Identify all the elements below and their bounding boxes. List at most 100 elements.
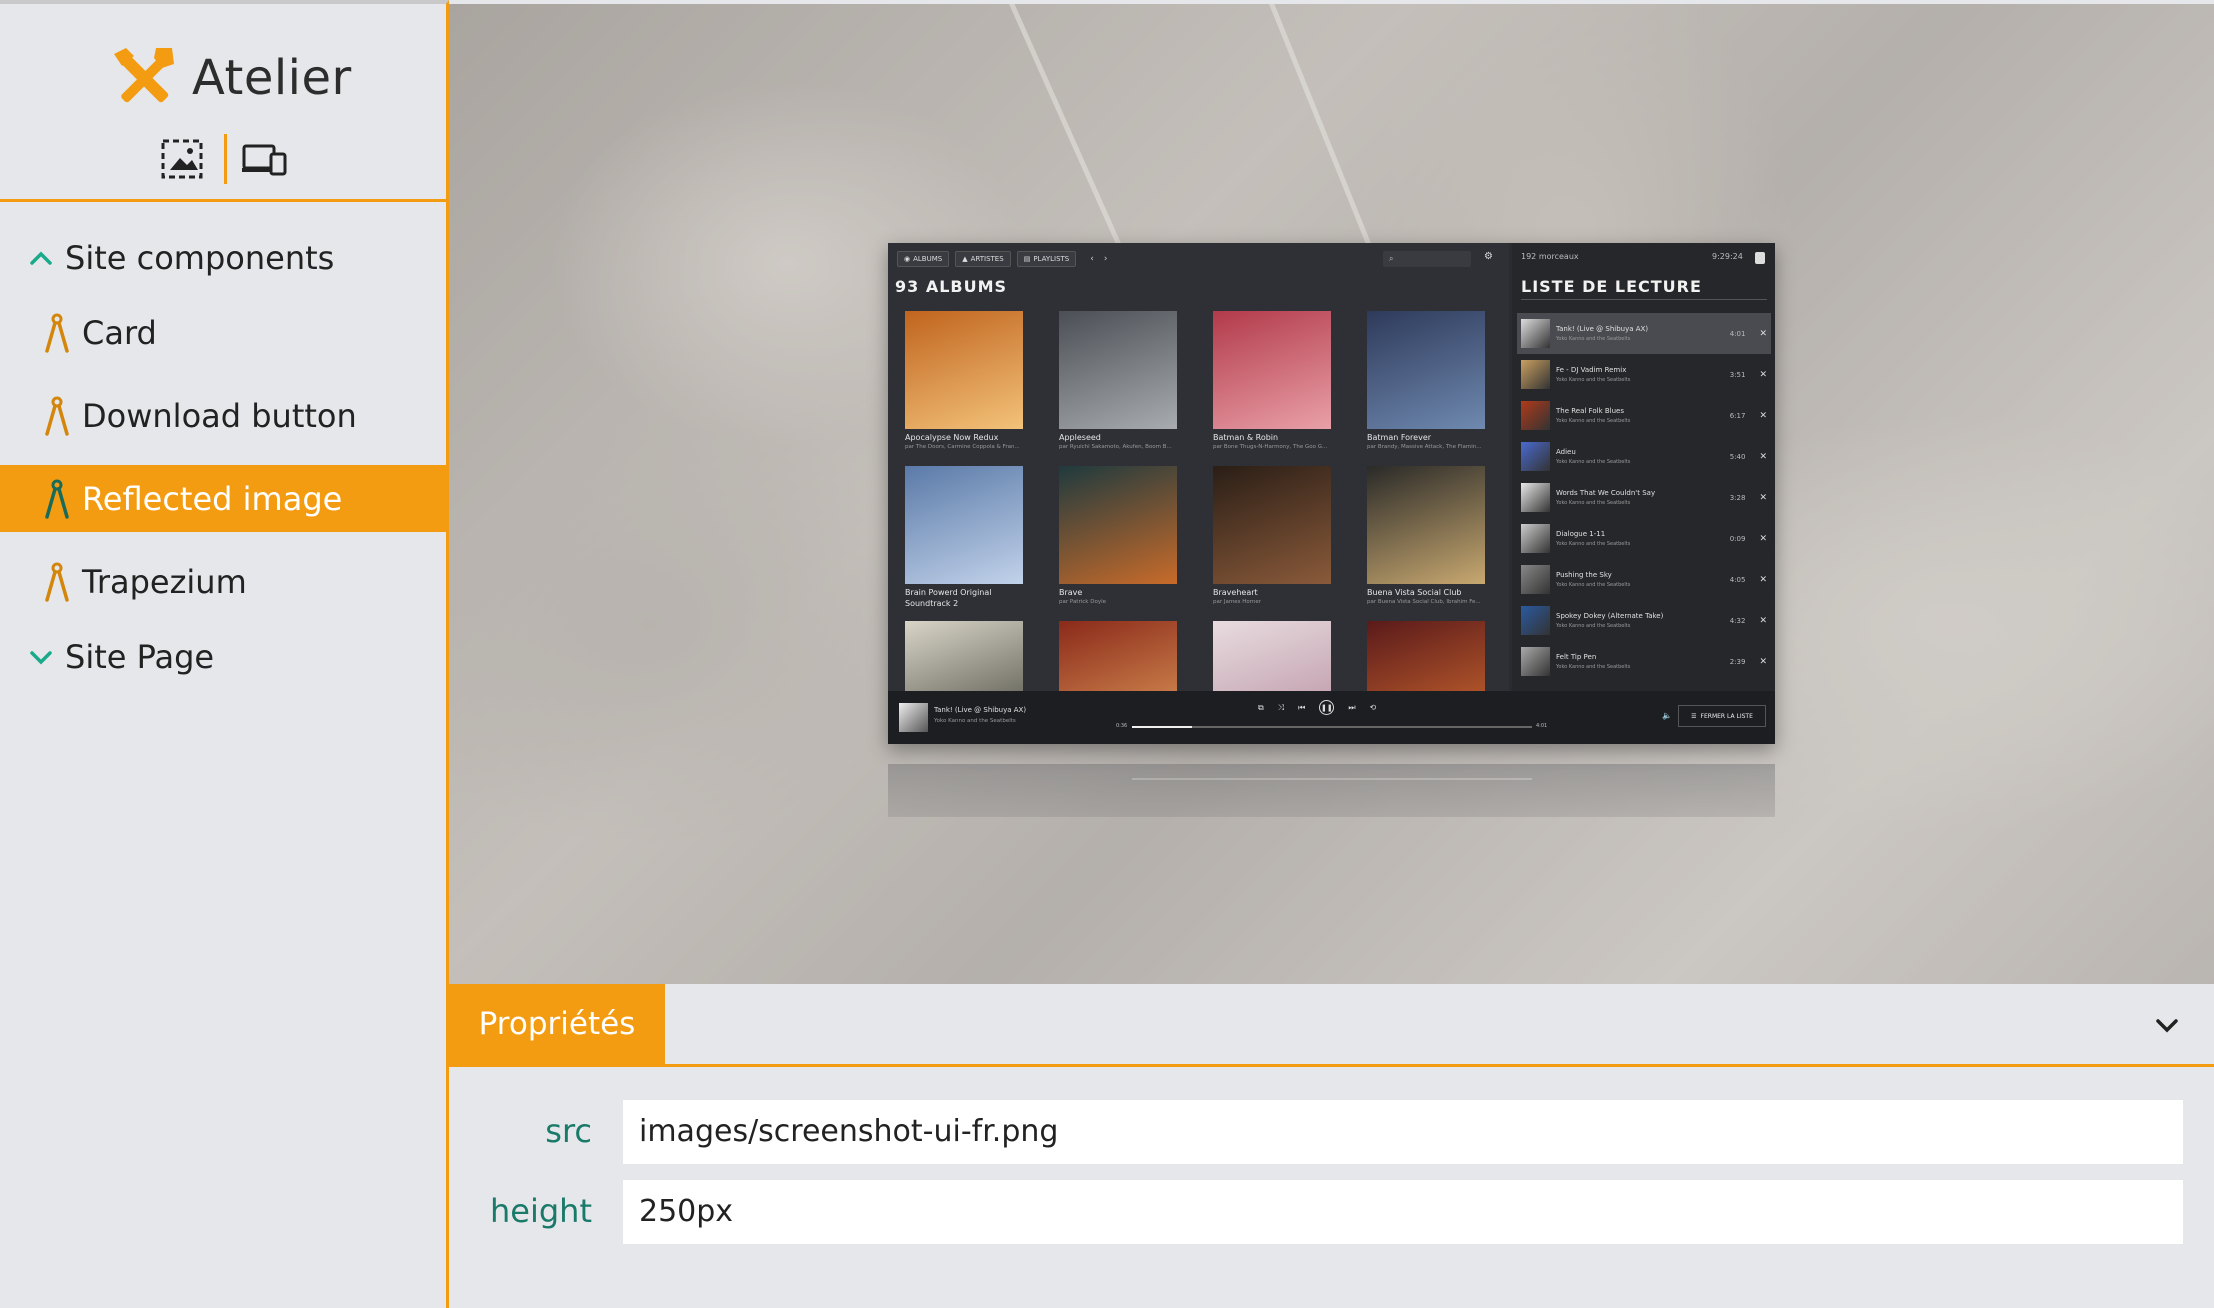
remove-track-icon[interactable]: ✕: [1759, 452, 1767, 462]
forward-arrow-icon[interactable]: ›: [1104, 254, 1108, 264]
height-field[interactable]: 250px: [623, 1180, 2183, 1244]
repeat-one-icon[interactable]: ⧉: [1258, 703, 1264, 713]
tab-albums[interactable]: ◉ ALBUMS: [897, 251, 950, 267]
track-info: Tank! (Live @ Shibuya AX) Yoko Kanno and …: [1556, 325, 1730, 342]
playlist-icon: ☰: [1691, 712, 1697, 720]
playlist-track[interactable]: The Real Folk Blues Yoko Kanno and the Se…: [1517, 395, 1771, 436]
track-thumbnail: [1521, 647, 1550, 676]
track-info: Fe - DJ Vadim Remix Yoko Kanno and the Se…: [1556, 366, 1730, 383]
remove-track-icon[interactable]: ✕: [1759, 411, 1767, 421]
track-thumbnail: [1521, 442, 1550, 471]
chevron-down-icon[interactable]: [2152, 1010, 2182, 1040]
tools-logo-icon: [114, 48, 174, 103]
remove-track-icon[interactable]: ✕: [1759, 329, 1767, 339]
album-artist: par Brandy, Massive Attack, The Flamin..…: [1367, 444, 1482, 450]
close-list-label: FERMER LA LISTE: [1700, 712, 1753, 720]
track-name: The Real Folk Blues: [1556, 407, 1624, 415]
image-frame-icon[interactable]: [160, 136, 206, 182]
playlist-track[interactable]: Tank! (Live @ Shibuya AX) Yoko Kanno and …: [1517, 313, 1771, 354]
brand-header: Atelier: [0, 4, 446, 202]
playlist-track[interactable]: Words That We Couldn't Say Yoko Kanno and…: [1517, 477, 1771, 518]
album-card[interactable]: Batman & Robin par Bone Thugs-N-Harmony, …: [1213, 311, 1331, 454]
progress-fill: [1132, 726, 1192, 728]
back-arrow-icon[interactable]: ‹: [1090, 254, 1094, 264]
album-cover: [1059, 466, 1177, 584]
track-info: Pushing the Sky Yoko Kanno and the Seatbe…: [1556, 571, 1730, 588]
property-label: src: [545, 1112, 592, 1150]
gear-icon[interactable]: ⚙: [1484, 251, 1493, 262]
property-row-src: src images/screenshot-ui-fr.png: [449, 1100, 2214, 1164]
album-card[interactable]: Braveheart par James Horner: [1213, 466, 1331, 609]
remove-track-icon[interactable]: ✕: [1759, 370, 1767, 380]
sidebar-item-download-button[interactable]: Download button: [0, 382, 446, 449]
album-card[interactable]: Buena Vista Social Club par Buena Vista S…: [1367, 466, 1485, 609]
track-length: 4:05: [1729, 575, 1746, 584]
album-cover: [1213, 466, 1331, 584]
nav-group-site-components[interactable]: Site components: [0, 216, 446, 299]
remove-track-icon[interactable]: ✕: [1759, 616, 1767, 626]
album-card[interactable]: Apocalypse Now Redux par The Doors, Carmi…: [905, 311, 1023, 454]
tab-label: ARTISTES: [970, 255, 1004, 263]
playlist-track[interactable]: Pushing the Sky Yoko Kanno and the Seatbe…: [1517, 559, 1771, 600]
playlist-track[interactable]: Adieu Yoko Kanno and the Seatbelts 5:40 ✕: [1517, 436, 1771, 477]
remove-track-icon[interactable]: ✕: [1759, 575, 1767, 585]
playlist-track[interactable]: Spokey Dokey (Alternate Take) Yoko Kanno …: [1517, 600, 1771, 641]
album-card[interactable]: Appleseed par Ryuichi Sakamoto, Akufen, B…: [1059, 311, 1177, 454]
nav-group-site-page[interactable]: Site Page: [0, 615, 446, 698]
playlist-heading: LISTE DE LECTURE: [1521, 277, 1702, 296]
album-card[interactable]: Brain Powerd Original Soundtrack 2par Yo…: [905, 466, 1023, 609]
track-info: Dialogue 1-11 Yoko Kanno and the Seatbelt…: [1556, 530, 1730, 547]
pause-icon[interactable]: ❚❚: [1319, 700, 1335, 715]
reflected-image: ◉ ALBUMS ▲ ARTISTES ▤ PLAYLISTS ‹ › ⌕ ⚙ …: [888, 243, 1775, 744]
volume-icon[interactable]: 🔈: [1662, 711, 1672, 720]
track-name: Pushing the Sky: [1556, 571, 1612, 579]
playlist-track[interactable]: Felt Tip Pen Yoko Kanno and the Seatbelts…: [1517, 641, 1771, 682]
playlist-track[interactable]: Fe - DJ Vadim Remix Yoko Kanno and the Se…: [1517, 354, 1771, 395]
next-icon[interactable]: ⏭: [1348, 703, 1355, 713]
track-thumbnail: [1521, 606, 1550, 635]
track-length: 3:51: [1729, 370, 1746, 379]
album-cover: [1213, 311, 1331, 429]
playlist-duration: 9:29:24: [1712, 252, 1743, 261]
src-field[interactable]: images/screenshot-ui-fr.png: [623, 1100, 2183, 1164]
devices-icon[interactable]: [241, 136, 287, 182]
playlist-track[interactable]: Dialogue 1-11 Yoko Kanno and the Seatbelt…: [1517, 518, 1771, 559]
search-icon[interactable]: ⌕: [1383, 251, 1471, 267]
reflection-player-bar: [888, 764, 1775, 817]
repeat-icon[interactable]: ⟲: [1370, 703, 1377, 712]
album-card[interactable]: Brave par Patrick Doyle: [1059, 466, 1177, 609]
shuffle-icon[interactable]: ⤨: [1278, 703, 1284, 713]
album-card[interactable]: Batman Forever par Brandy, Massive Attack…: [1367, 311, 1485, 454]
track-name: Spokey Dokey (Alternate Take): [1556, 612, 1664, 620]
track-artist: Yoko Kanno and the Seatbelts: [1556, 418, 1631, 424]
album-artist: par Bone Thugs-N-Harmony, The Goo G...: [1213, 444, 1328, 450]
track-thumbnail: [1521, 565, 1550, 594]
close-list-button[interactable]: ☰ FERMER LA LISTE: [1678, 705, 1766, 727]
tab-properties[interactable]: Propriétés: [449, 984, 665, 1064]
tab-playlists[interactable]: ▤ PLAYLISTS: [1016, 251, 1077, 267]
tab-artistes[interactable]: ▲ ARTISTES: [955, 251, 1011, 267]
previous-icon[interactable]: ⏮: [1298, 703, 1305, 713]
remove-track-icon[interactable]: ✕: [1759, 657, 1767, 667]
remove-track-icon[interactable]: ✕: [1759, 534, 1767, 544]
elapsed-time: 0:36: [1116, 723, 1128, 729]
album-cover: [1367, 466, 1485, 584]
album-title: Batman & Robin: [1213, 433, 1279, 442]
brand-row: Atelier: [112, 46, 352, 110]
track-artist: Yoko Kanno and the Seatbelts: [1556, 336, 1631, 342]
properties-header: Propriétés: [449, 984, 2214, 1067]
sidebar-item-trapezium[interactable]: Trapezium: [0, 548, 446, 615]
trash-icon[interactable]: [1755, 252, 1765, 264]
divider: [1521, 299, 1767, 300]
albums-pane: ◉ ALBUMS ▲ ARTISTES ▤ PLAYLISTS ‹ › ⌕ ⚙ …: [888, 243, 1509, 739]
now-playing-title: Tank! (Live @ Shibuya AX): [934, 706, 1027, 714]
album-cover: [905, 466, 1023, 584]
sidebar-item-reflected-image[interactable]: Reflected image: [0, 465, 446, 532]
tab-label: PLAYLISTS: [1033, 255, 1070, 263]
progress-bar[interactable]: [1132, 726, 1532, 728]
component-nav: Site components Card Download button Ref…: [0, 202, 446, 698]
sidebar-item-card[interactable]: Card: [0, 299, 446, 366]
view-separator: [224, 134, 227, 184]
track-artist: Yoko Kanno and the Seatbelts: [1556, 541, 1631, 547]
remove-track-icon[interactable]: ✕: [1759, 493, 1767, 503]
